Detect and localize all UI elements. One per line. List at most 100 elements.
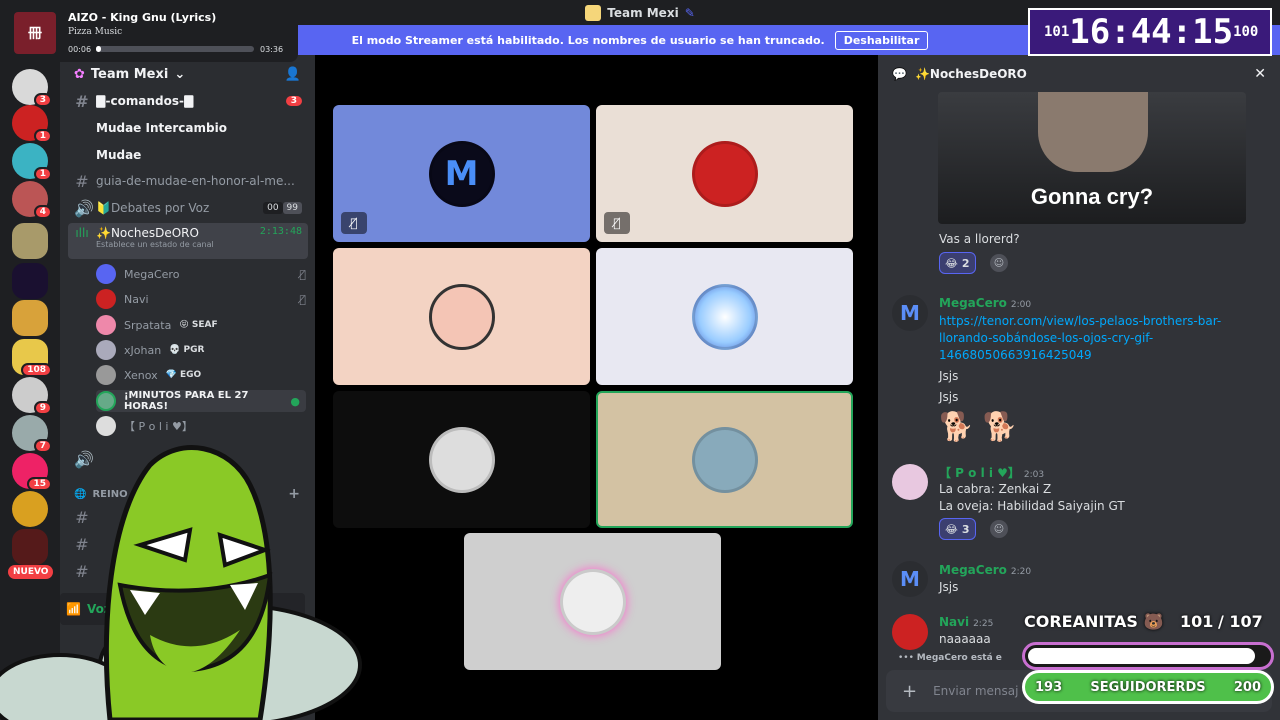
server-icon[interactable]	[12, 300, 48, 336]
channel-comandos[interactable]: # 🀫-comandos-🀫 3	[68, 89, 308, 113]
server-icon[interactable]: 4	[12, 181, 52, 219]
message-time: 2:20	[1010, 567, 1032, 577]
server-icon[interactable]: 1	[12, 105, 52, 143]
muted-mic-icon: 🎙̸	[604, 212, 630, 234]
add-reaction-icon[interactable]: ☺	[990, 520, 1008, 538]
voice-user[interactable]: Navi 🎙̸	[96, 288, 306, 310]
window-title: Team Mexi	[607, 5, 679, 20]
message-link[interactable]: https://tenor.com/view/los-pelaos-brothe…	[939, 313, 1229, 364]
participant-tile[interactable]: M 🎙̸	[333, 105, 590, 242]
message-time: 2:25	[973, 619, 994, 629]
participant-tile[interactable]	[333, 391, 590, 528]
sticker-dog-emojis: 🐕 🐕	[939, 410, 1018, 443]
message-author[interactable]: MegaCero 2:00	[939, 296, 1031, 310]
server-icon[interactable]	[12, 223, 48, 259]
server-icon[interactable]	[12, 263, 48, 299]
add-member-icon[interactable]: 👤	[285, 67, 301, 82]
message-author[interactable]: 【 P o l i ♥】 2:03	[939, 464, 1044, 481]
reaction-laugh[interactable]: 😂 3	[939, 518, 976, 540]
avatar[interactable]	[892, 614, 928, 650]
avatar	[96, 315, 116, 335]
voice-user[interactable]: Xenox 💎 EGO	[96, 364, 306, 386]
message-text: La oveja: Habilidad Saiyajin GT	[939, 499, 1125, 513]
participant-tile[interactable]	[596, 248, 853, 385]
voice-channel-debates[interactable]: 🔊 🔰Debates por Voz 00 99	[68, 196, 308, 220]
disable-streamer-button[interactable]: Deshabilitar	[834, 30, 929, 50]
voice-user-hovered[interactable]: ¡MINUTOS PARA EL 27 HORAS! ●	[96, 390, 306, 412]
chat-header: 💬 ✨NochesDeORO ✕	[878, 55, 1280, 93]
voice-active-icon: ıllı	[75, 226, 89, 240]
gif-embed[interactable]: Gonna cry?	[938, 92, 1246, 224]
goal-current: 101	[1180, 612, 1214, 631]
thread-label: Mudae	[96, 148, 142, 162]
subathon-timer: 101 16:44:15 100	[1028, 8, 1272, 56]
channel-label: ✨NochesDeORO	[96, 226, 199, 240]
message-text: Jsjs	[939, 580, 959, 594]
channel-guia[interactable]: # guia-de-mudae-en-honor-al-me...	[68, 169, 308, 193]
avatar	[559, 568, 626, 635]
add-reaction-icon[interactable]: ☺	[990, 254, 1008, 272]
message-author[interactable]: MegaCero 2:20	[939, 563, 1031, 577]
mute-icon: 🎙̸	[299, 267, 306, 281]
goal-target: / 107	[1218, 612, 1263, 631]
chevron-down-icon: ⌄	[174, 66, 186, 82]
user-name: xJohan	[124, 343, 162, 357]
track-artist: Pizza Music	[68, 27, 123, 37]
avatar[interactable]: M	[892, 561, 928, 597]
user-tag: 💎 EGO	[165, 370, 202, 380]
message-text: Vas a llorerd?	[939, 232, 1020, 246]
goal-overlay: COREANITAS 🐻 101 / 107 193 SEGUIDORERDS …	[1022, 608, 1274, 712]
user-name: Xenox	[124, 368, 158, 382]
banner-text: El modo Streamer está habilitado. Los no…	[351, 33, 825, 47]
message-text: Jsjs	[939, 390, 959, 404]
participant-tile[interactable]	[464, 533, 721, 670]
voice-user[interactable]: MegaCero 🎙̸	[96, 263, 306, 285]
duration-time: 03:36	[260, 45, 284, 54]
channel-label: 🀫-comandos-🀫	[96, 93, 194, 108]
participant-tile[interactable]	[333, 248, 590, 385]
message-time: 2:00	[1010, 300, 1032, 310]
participant-tile-speaking[interactable]	[596, 391, 853, 528]
server-icon[interactable]: 9	[12, 377, 52, 415]
avatar: M	[428, 140, 495, 207]
message-author[interactable]: Navi 2:25	[939, 615, 993, 629]
server-icon[interactable]: 1	[12, 143, 52, 181]
participant-tile[interactable]: 🎙̸	[596, 105, 853, 242]
reaction-count: 2	[961, 256, 970, 270]
message-text: naaaaaa	[939, 632, 991, 646]
user-name: Navi	[124, 292, 149, 306]
server-icon[interactable]: 3	[12, 69, 52, 107]
channel-status: Establece un estado de canal	[96, 240, 214, 249]
follower-goal-bar: 193 SEGUIDORERDS 200	[1022, 670, 1274, 704]
message-input[interactable]: Enviar mensaj	[933, 684, 1018, 698]
mention-badge: 9	[33, 401, 52, 415]
progress-bar[interactable]	[96, 46, 254, 52]
user-name: Srpatata	[124, 318, 172, 332]
server-icon[interactable]: 108	[12, 339, 52, 377]
reaction-laugh[interactable]: 😂 2	[939, 252, 976, 274]
user-tag: 😝 SEAF	[179, 320, 218, 330]
message-time: 2:03	[1023, 470, 1045, 480]
follower-label: SEGUIDORERDS	[1090, 679, 1206, 695]
speaker-icon: 🔊	[74, 198, 94, 218]
follower-goal: 200	[1233, 679, 1261, 695]
add-attachment-icon[interactable]: +	[902, 681, 917, 702]
avatar	[428, 426, 495, 493]
muted-mic-icon: 🎙̸	[341, 212, 367, 234]
timer-clock: 16:44:15	[1069, 12, 1234, 52]
avatar	[96, 365, 116, 385]
avatar[interactable]	[892, 464, 928, 500]
voice-user[interactable]: Srpatata 😝 SEAF	[96, 314, 306, 336]
now-playing-widget: 冊 AIZO - King Gnu (Lyrics) Pizza Music 0…	[0, 0, 298, 62]
voice-user[interactable]: xJohan 💀 PGR	[96, 339, 306, 361]
voice-channel-nochesdeoro[interactable]: ıllı ✨NochesDeORO Establece un estado de…	[68, 223, 308, 259]
close-icon[interactable]: ✕	[1254, 66, 1266, 82]
thread-mudae[interactable]: Mudae	[90, 143, 308, 167]
elapsed-time: 00:06	[68, 45, 92, 54]
timer-right-count: 100	[1233, 24, 1259, 40]
mascot-character	[0, 445, 362, 720]
avatar[interactable]: M	[892, 295, 928, 331]
typing-indicator: ••• MegaCero está e	[898, 653, 1002, 663]
thread-mudae-intercambio[interactable]: Mudae Intercambio	[90, 116, 308, 140]
user-count: 00	[263, 202, 283, 214]
